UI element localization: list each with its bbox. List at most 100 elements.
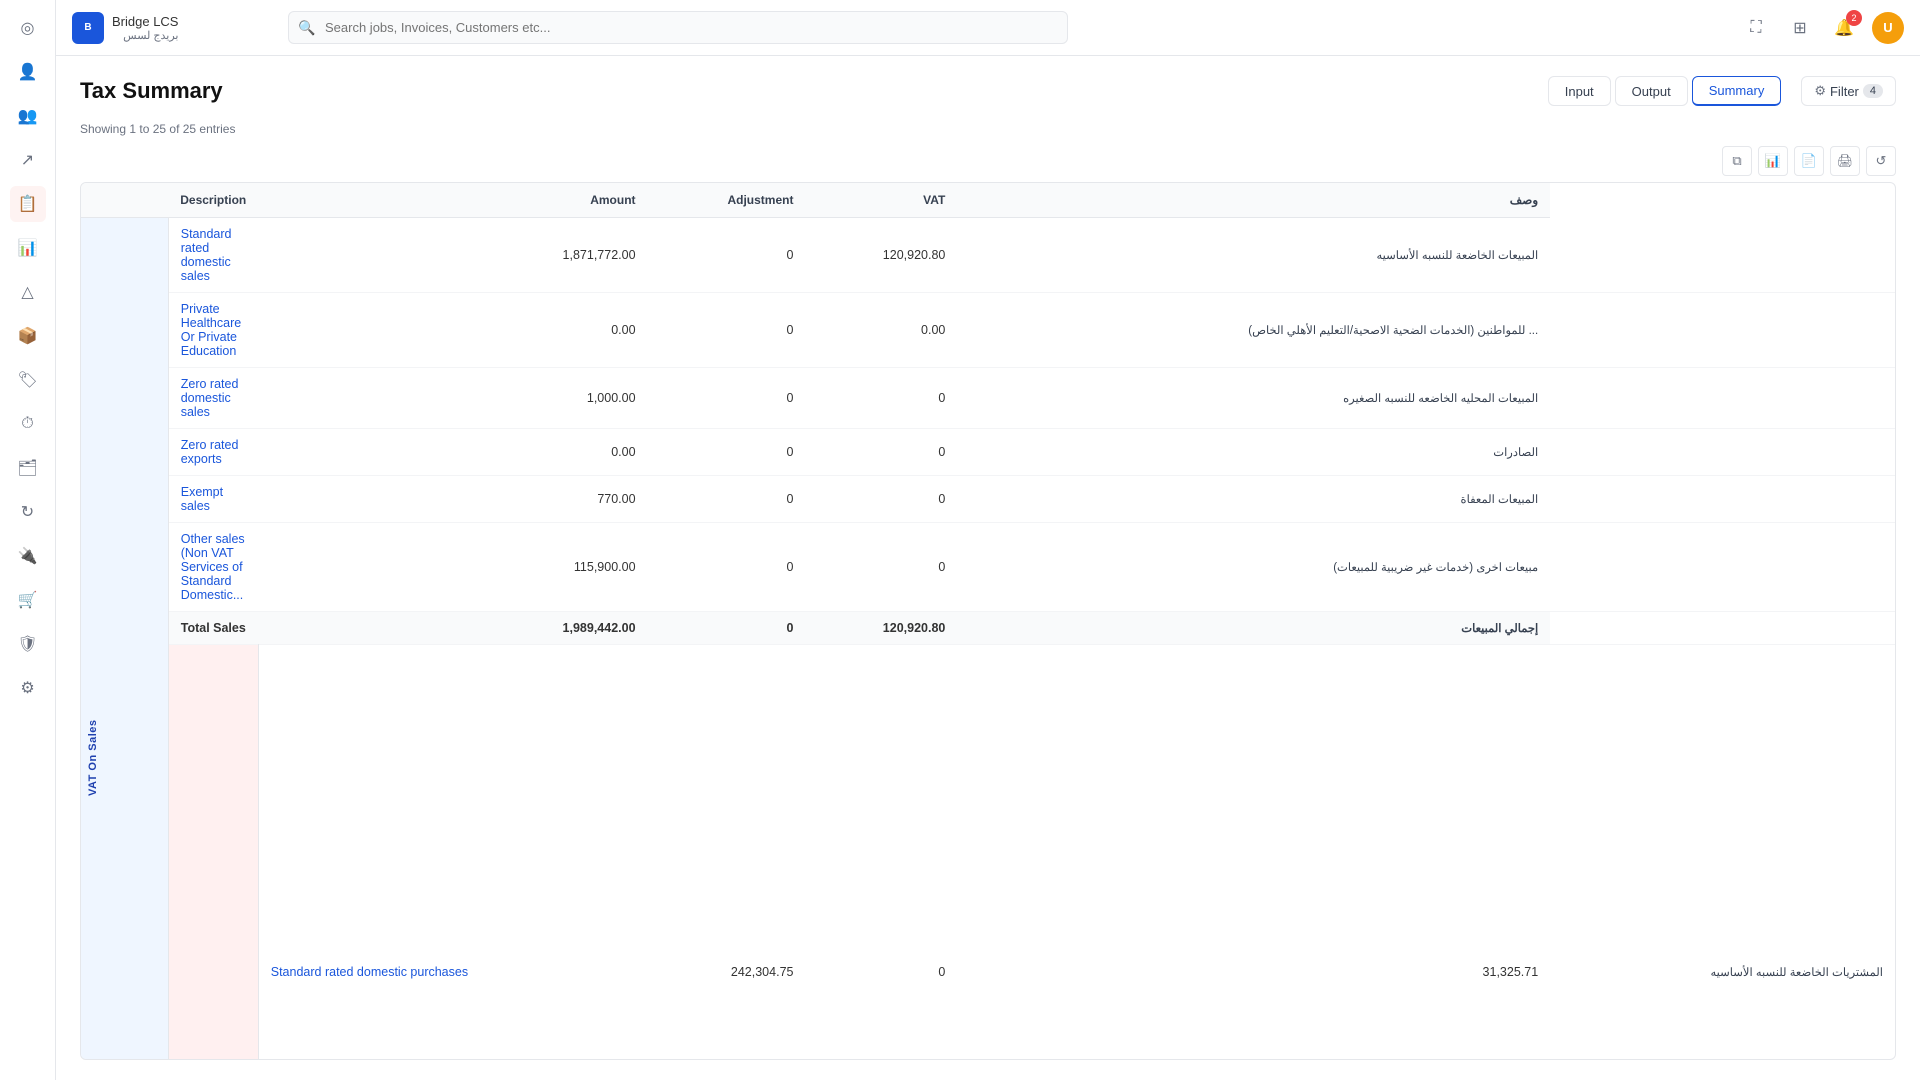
tab-input[interactable]: Input	[1548, 76, 1611, 106]
row-arabic: مبيعات اخرى (خدمات غير ضريبية للمبيعات)	[957, 523, 1550, 612]
sidebar-icon-alert[interactable]: △	[10, 274, 46, 310]
search-icon: 🔍	[298, 19, 315, 36]
sidebar-icon-home[interactable]: ◎	[10, 10, 46, 46]
row-desc[interactable]: Zero rated exports	[168, 429, 258, 476]
table-row: Private Healthcare Or Private Education …	[81, 293, 1895, 368]
sidebar-icon-people[interactable]: 👥	[10, 98, 46, 134]
table-toolbar: ⧉ 📊 📄 🖨 ↺	[80, 146, 1896, 176]
row-adj: 0	[805, 645, 957, 1061]
col-adjustment: Adjustment	[648, 183, 806, 218]
col-section	[81, 183, 168, 218]
avatar[interactable]: U	[1872, 12, 1904, 44]
tab-group: Input Output Summary	[1548, 76, 1782, 106]
section-label-purchases: VAT On Purchases	[168, 645, 258, 1061]
page-title: Tax Summary	[80, 78, 1548, 104]
sidebar: ◎ 👤 👥 ↗ 📋 📊 △ 📦 🏷 ⏱ 🗂 ↻ 🔌 🛒 🛡 ⚙	[0, 0, 56, 1080]
col-description: Description	[168, 183, 258, 218]
row-vat: 0	[805, 368, 957, 429]
sidebar-icon-box[interactable]: 📦	[10, 318, 46, 354]
row-desc[interactable]: Zero rated domestic sales	[168, 368, 258, 429]
content: Tax Summary Input Output Summary ⚙ Filte…	[56, 56, 1920, 1080]
row-amount: 242,304.75	[648, 645, 806, 1061]
sidebar-icon-settings[interactable]: ⚙	[10, 670, 46, 706]
sidebar-icon-plugin[interactable]: 🔌	[10, 538, 46, 574]
topbar-actions: ⛶ ⊞ 🔔 2 U	[1740, 12, 1904, 44]
sidebar-icon-cart[interactable]: 🛒	[10, 582, 46, 618]
row-amount: 115,900.00	[258, 523, 647, 612]
row-amount: 0.00	[258, 429, 647, 476]
pdf-button[interactable]: 📄	[1794, 146, 1824, 176]
table-row: VAT On Sales Standard rated domestic sal…	[81, 218, 1895, 293]
grid-button[interactable]: ⊞	[1784, 12, 1816, 44]
brand-text: Bridge LCS بريدج لسس	[112, 14, 178, 42]
refresh-button[interactable]: ↺	[1866, 146, 1896, 176]
sidebar-icon-person[interactable]: 👤	[10, 54, 46, 90]
row-adj: 0	[648, 523, 806, 612]
table-wrap: Description Amount Adjustment VAT وصف VA…	[80, 182, 1896, 1060]
row-vat: 0	[805, 476, 957, 523]
total-label: Total Sales	[168, 612, 258, 645]
page-header: Tax Summary Input Output Summary ⚙ Filte…	[80, 76, 1896, 106]
topbar: B Bridge LCS بريدج لسس 🔍 ⛶ ⊞ 🔔 2 U	[56, 0, 1920, 56]
excel-button[interactable]: 📊	[1758, 146, 1788, 176]
row-vat: 120,920.80	[805, 218, 957, 293]
search-input[interactable]	[288, 11, 1068, 44]
notifications-button[interactable]: 🔔 2	[1828, 12, 1860, 44]
col-amount: Amount	[258, 183, 647, 218]
sidebar-icon-chart[interactable]: 📊	[10, 230, 46, 266]
sidebar-icon-refresh[interactable]: ↻	[10, 494, 46, 530]
row-amount: 0.00	[258, 293, 647, 368]
entries-info: Showing 1 to 25 of 25 entries	[80, 122, 1896, 136]
row-amount: 770.00	[258, 476, 647, 523]
tab-summary[interactable]: Summary	[1692, 76, 1782, 106]
total-adj: 0	[648, 612, 806, 645]
row-adj: 0	[648, 476, 806, 523]
sidebar-icon-link[interactable]: ↗	[10, 142, 46, 178]
row-arabic: الصادرات	[957, 429, 1550, 476]
total-arabic: إجمالي المبيعات	[957, 612, 1550, 645]
summary-table: Description Amount Adjustment VAT وصف VA…	[81, 183, 1895, 1060]
filter-count: 4	[1863, 84, 1883, 98]
brand-logo: B	[72, 12, 104, 44]
print-button[interactable]: 🖨	[1830, 146, 1860, 176]
sidebar-icon-shield[interactable]: 🛡	[10, 626, 46, 662]
row-desc[interactable]: Standard rated domestic sales	[168, 218, 258, 293]
row-desc[interactable]: Exempt sales	[168, 476, 258, 523]
main-area: B Bridge LCS بريدج لسس 🔍 ⛶ ⊞ 🔔 2 U Tax S…	[56, 0, 1920, 1080]
sidebar-icon-tag[interactable]: 🏷	[10, 362, 46, 398]
maximize-button[interactable]: ⛶	[1740, 12, 1772, 44]
row-arabic: المبيعات المعفاة	[957, 476, 1550, 523]
brand: B Bridge LCS بريدج لسس	[72, 12, 272, 44]
table-row: Zero rated exports 0.00 0 0 الصادرات	[81, 429, 1895, 476]
section-label-sales: VAT On Sales	[81, 218, 168, 1061]
row-vat: 0	[805, 429, 957, 476]
sidebar-icon-folder[interactable]: 🗂	[10, 450, 46, 486]
filter-button[interactable]: ⚙ Filter 4	[1801, 76, 1896, 106]
table-row: VAT On Purchases Standard rated domestic…	[81, 645, 1895, 1061]
row-arabic: المبيعات الخاضعة للنسبه الأساسيه	[957, 218, 1550, 293]
filter-icon: ⚙	[1814, 83, 1826, 99]
row-vat: 0	[805, 523, 957, 612]
tab-output[interactable]: Output	[1615, 76, 1688, 106]
row-adj: 0	[648, 293, 806, 368]
row-desc[interactable]: Other sales (Non VAT Services of Standar…	[168, 523, 258, 612]
row-adj: 0	[648, 218, 806, 293]
table-row: Other sales (Non VAT Services of Standar…	[81, 523, 1895, 612]
sidebar-icon-docs[interactable]: 📋	[10, 186, 46, 222]
row-vat: 0.00	[805, 293, 957, 368]
sidebar-icon-clock[interactable]: ⏱	[10, 406, 46, 442]
total-amount: 1,989,442.00	[258, 612, 647, 645]
notification-badge: 2	[1846, 10, 1862, 26]
row-arabic: المبيعات المحليه الخاضعه للنسبه الصغيره	[957, 368, 1550, 429]
copy-button[interactable]: ⧉	[1722, 146, 1752, 176]
row-desc[interactable]: Standard rated domestic purchases	[258, 645, 647, 1061]
total-vat: 120,920.80	[805, 612, 957, 645]
table-row: Exempt sales 770.00 0 0 المبيعات المعفاة	[81, 476, 1895, 523]
table-row: Zero rated domestic sales 1,000.00 0 0 ا…	[81, 368, 1895, 429]
row-amount: 1,871,772.00	[258, 218, 647, 293]
brand-name: Bridge LCS	[112, 14, 178, 29]
row-desc[interactable]: Private Healthcare Or Private Education	[168, 293, 258, 368]
col-arabic: وصف	[957, 183, 1550, 218]
row-amount: 1,000.00	[258, 368, 647, 429]
row-adj: 0	[648, 429, 806, 476]
